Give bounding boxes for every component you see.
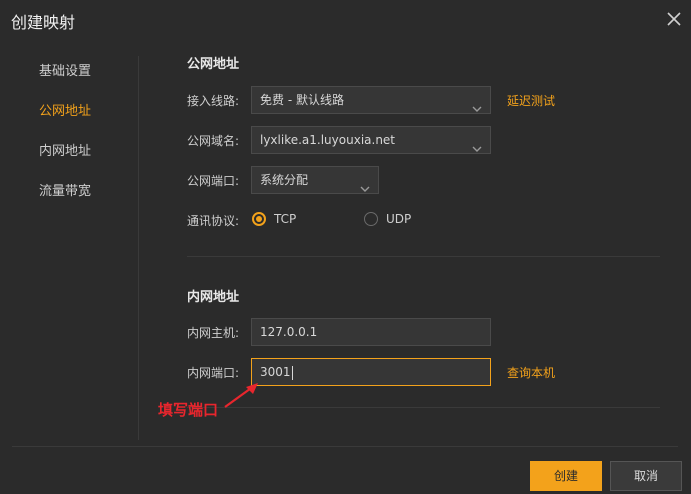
chevron-down-icon	[472, 96, 482, 112]
domain-select[interactable]: lyxlike.a1.luyouxia.net	[251, 126, 491, 154]
host-label: 内网主机:	[187, 326, 240, 340]
footer-divider	[12, 446, 678, 447]
sidebar-divider	[138, 56, 139, 440]
public-section-title: 公网地址	[187, 57, 240, 72]
query-local-link[interactable]: 查询本机	[507, 364, 555, 381]
close-icon[interactable]	[664, 9, 684, 29]
section-divider	[187, 256, 660, 257]
line-select-value: 免费 - 默认线路	[260, 93, 344, 107]
udp-radio-label[interactable]: UDP	[386, 212, 411, 226]
protocol-label: 通讯协议:	[187, 214, 240, 228]
public-port-select-value: 系统分配	[260, 173, 309, 187]
sidebar-item-public-address[interactable]: 公网地址	[39, 100, 91, 119]
dialog-title: 创建映射	[11, 13, 76, 32]
internal-section-title: 内网地址	[187, 290, 240, 305]
chevron-down-icon	[360, 176, 370, 192]
create-mapping-dialog: 创建映射 基础设置 公网地址 内网地址 流量带宽 公网地址 接入线路: 免费 -…	[0, 0, 691, 494]
tcp-radio[interactable]	[252, 212, 266, 226]
line-label: 接入线路:	[187, 94, 240, 108]
internal-port-input-value: 3001	[260, 365, 291, 379]
chevron-down-icon	[472, 136, 482, 152]
tcp-radio-label[interactable]: TCP	[274, 212, 296, 226]
host-input[interactable]: 127.0.0.1	[251, 318, 491, 346]
udp-radio[interactable]	[364, 212, 378, 226]
annotation-arrow-icon	[224, 383, 258, 408]
annotation-text: 填写端口	[158, 401, 219, 419]
host-input-value: 127.0.0.1	[260, 325, 318, 339]
sidebar-item-basic-settings[interactable]: 基础设置	[39, 60, 91, 79]
title-bar: 创建映射	[0, 0, 691, 40]
internal-port-input[interactable]: 3001	[251, 358, 491, 386]
domain-label: 公网域名:	[187, 134, 240, 148]
line-select[interactable]: 免费 - 默认线路	[251, 86, 491, 114]
cancel-button[interactable]: 取消	[610, 461, 682, 491]
public-port-label: 公网端口:	[187, 174, 240, 188]
domain-select-value: lyxlike.a1.luyouxia.net	[260, 133, 396, 147]
internal-port-label: 内网端口:	[187, 366, 240, 380]
text-cursor	[291, 365, 293, 380]
public-port-select[interactable]: 系统分配	[251, 166, 379, 194]
create-button[interactable]: 创建	[530, 461, 602, 491]
sidebar-item-internal-address[interactable]: 内网地址	[39, 140, 91, 159]
latency-test-link[interactable]: 延迟测试	[507, 92, 555, 109]
sidebar-item-bandwidth[interactable]: 流量带宽	[39, 180, 91, 199]
